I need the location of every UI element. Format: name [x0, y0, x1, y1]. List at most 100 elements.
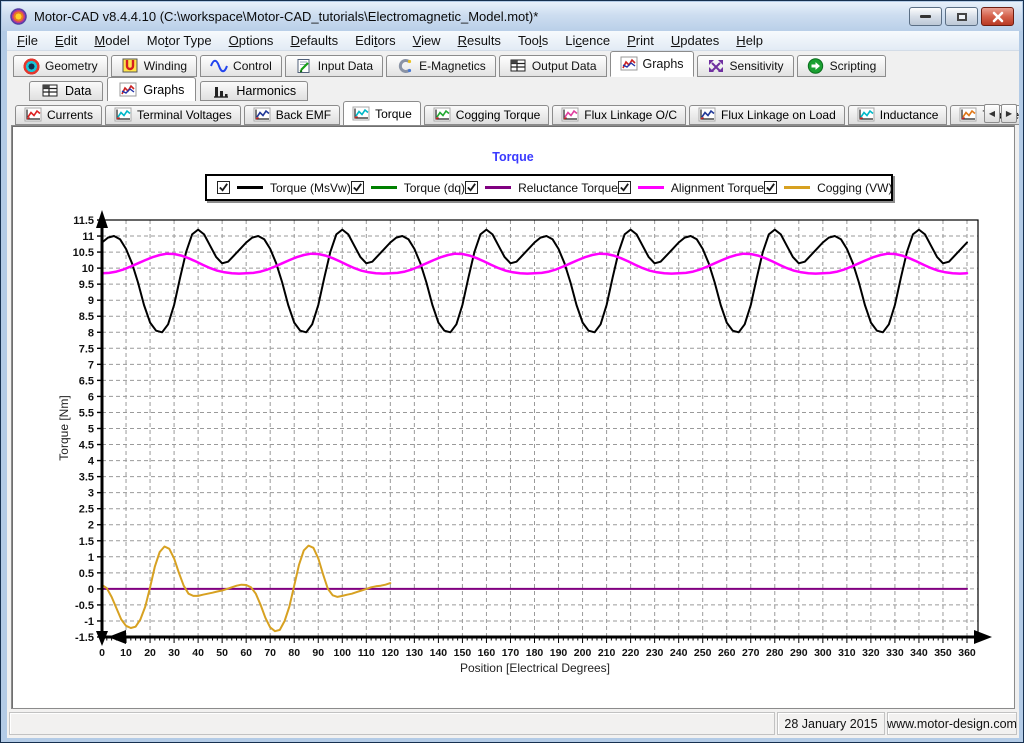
table-icon — [41, 83, 59, 99]
svg-text:70: 70 — [264, 647, 276, 659]
menu-item-edit[interactable]: Edit — [55, 33, 77, 48]
menu-item-view[interactable]: View — [413, 33, 441, 48]
graph-tab-flux-linkage-on-load[interactable]: Flux Linkage on Load — [689, 105, 845, 125]
title-bar: Motor-CAD v8.4.4.10 (C:\workspace\Motor-… — [2, 2, 1022, 31]
toolbar-button-label: Geometry — [45, 59, 98, 73]
toolbar-button-input-data[interactable]: Input Data — [285, 55, 383, 77]
graph-tab-currents[interactable]: Currents — [15, 105, 102, 125]
svg-text:330: 330 — [886, 647, 904, 659]
tab-scroll-right-button[interactable]: ▶ — [1001, 104, 1017, 123]
svg-text:350: 350 — [934, 647, 952, 659]
graph-tab-label: Flux Linkage on Load — [721, 108, 836, 122]
close-icon — [992, 11, 1004, 23]
svg-text:60: 60 — [240, 647, 252, 659]
status-bar: 28 January 2015 www.motor-design.com — [7, 709, 1019, 738]
graph-tab-cogging-torque[interactable]: Cogging Torque — [424, 105, 550, 125]
toolbar-button-scripting[interactable]: Scripting — [797, 55, 887, 77]
menu-item-motor-type[interactable]: Motor Type — [147, 33, 212, 48]
toolbar-button-label: Graphs — [643, 57, 684, 71]
tab-scroll-left-button[interactable]: ◀ — [984, 104, 1000, 123]
svg-text:130: 130 — [406, 647, 424, 659]
view-tab-bar: Data Graphs Harmonics — [7, 77, 1019, 101]
graph-tab-label: Cogging Torque — [456, 108, 541, 122]
graph-tab-flux-linkage-o-c[interactable]: Flux Linkage O/C — [552, 105, 686, 125]
svg-text:7.5: 7.5 — [79, 343, 94, 355]
motor-cad-window: Motor-CAD v8.4.4.10 (C:\workspace\Motor-… — [0, 0, 1024, 743]
menu-item-licence[interactable]: Licence — [565, 33, 610, 48]
svg-text:11: 11 — [82, 231, 94, 243]
svg-text:4.5: 4.5 — [79, 440, 94, 452]
svg-text:8.5: 8.5 — [79, 311, 94, 323]
window-controls — [909, 7, 1014, 26]
svg-text:190: 190 — [550, 647, 568, 659]
close-button[interactable] — [981, 7, 1014, 26]
input-data-icon — [295, 58, 313, 74]
svg-text:300: 300 — [814, 647, 832, 659]
toolbar-button-geometry[interactable]: Geometry — [13, 55, 108, 77]
toolbar-button-label: Winding — [144, 59, 187, 73]
menu-item-model[interactable]: Model — [94, 33, 129, 48]
menu-item-help[interactable]: Help — [736, 33, 763, 48]
svg-text:2.5: 2.5 — [79, 504, 94, 516]
toolbar-button-winding[interactable]: Winding — [111, 55, 197, 77]
view-tab-harmonics[interactable]: Harmonics — [200, 81, 308, 101]
restore-button[interactable] — [945, 7, 978, 26]
menu-item-editors[interactable]: Editors — [355, 33, 395, 48]
graph-tab-label: Terminal Voltages — [137, 108, 232, 122]
graph-tab-label: Currents — [47, 108, 93, 122]
graphs-icon — [119, 82, 137, 98]
svg-text:200: 200 — [574, 647, 592, 659]
menu-item-updates[interactable]: Updates — [671, 33, 719, 48]
svg-text:210: 210 — [598, 647, 616, 659]
mini-chart-icon — [698, 107, 716, 123]
menu-item-tools[interactable]: Tools — [518, 33, 548, 48]
menu-item-results[interactable]: Results — [458, 33, 501, 48]
motor-cad-logo-icon — [10, 8, 27, 25]
graph-tab-label: Back EMF — [276, 108, 331, 122]
toolbar-button-e-magnetics[interactable]: E-Magnetics — [386, 55, 496, 77]
svg-text:40: 40 — [192, 647, 204, 659]
toolbar-button-sensitivity[interactable]: Sensitivity — [697, 55, 794, 77]
svg-text:-0.5: -0.5 — [75, 600, 94, 612]
svg-text:0: 0 — [99, 647, 105, 659]
toolbar-button-label: E-Magnetics — [419, 59, 486, 73]
svg-text:5.5: 5.5 — [79, 407, 94, 419]
toolbar-button-graphs[interactable]: Graphs — [610, 51, 694, 77]
graph-tab-label: Inductance — [880, 108, 939, 122]
svg-text:290: 290 — [790, 647, 808, 659]
status-message-cell — [9, 712, 775, 735]
view-tab-label: Graphs — [143, 83, 184, 97]
restore-icon — [957, 13, 967, 21]
view-tab-label: Harmonics — [236, 84, 296, 98]
minimize-button[interactable] — [909, 7, 942, 26]
client-area: File Edit Model Motor Type Options Defaults Ed… — [7, 31, 1019, 738]
graph-tab-back-emf[interactable]: Back EMF — [244, 105, 340, 125]
view-tab-graphs[interactable]: Graphs — [107, 77, 196, 101]
toolbar-button-control[interactable]: Control — [200, 55, 282, 77]
view-tab-data[interactable]: Data — [29, 81, 103, 101]
svg-text:320: 320 — [862, 647, 880, 659]
svg-text:340: 340 — [910, 647, 928, 659]
menu-item-file[interactable]: File — [17, 33, 38, 48]
menu-item-options[interactable]: Options — [229, 33, 274, 48]
svg-text:6: 6 — [88, 391, 94, 403]
series-torque-msvw-line — [102, 230, 967, 333]
menu-item-defaults[interactable]: Defaults — [290, 33, 338, 48]
svg-text:360: 360 — [958, 647, 976, 659]
toolbar-button-label: Input Data — [318, 59, 373, 73]
toolbar-button-output-data[interactable]: Output Data — [499, 55, 607, 77]
graph-tab-terminal-voltages[interactable]: Terminal Voltages — [105, 105, 241, 125]
torque-plot: -1.5-1-0.500.511.522.533.544.555.566.577… — [12, 126, 1016, 710]
tick-labels: -1.5-1-0.500.511.522.533.544.555.566.577… — [73, 215, 976, 659]
menu-item-print[interactable]: Print — [627, 33, 654, 48]
graph-tab-torque[interactable]: Torque — [343, 101, 421, 125]
graph-tab-inductance[interactable]: Inductance — [848, 105, 948, 125]
svg-text:3.5: 3.5 — [79, 472, 94, 484]
toolbar-button-label: Control — [233, 59, 272, 73]
svg-text:1: 1 — [88, 552, 94, 564]
svg-text:2: 2 — [88, 520, 94, 532]
minimize-icon — [920, 15, 931, 18]
svg-text:230: 230 — [646, 647, 664, 659]
status-website: www.motor-design.com — [887, 712, 1017, 735]
control-icon — [210, 58, 228, 74]
